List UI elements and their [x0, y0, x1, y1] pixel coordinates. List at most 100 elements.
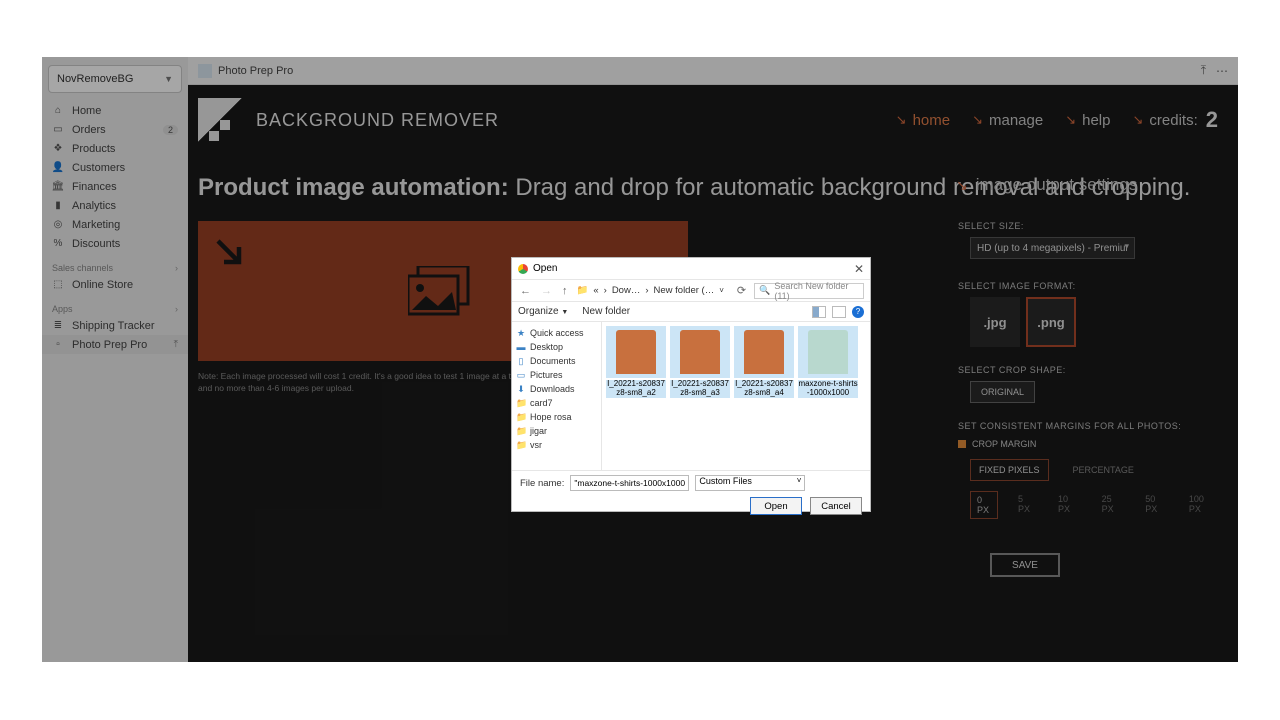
folder-icon: 📁 [516, 426, 526, 437]
store-name: NovRemoveBG [57, 73, 133, 85]
format-jpg[interactable]: .jpg [970, 297, 1020, 347]
nav-label: Photo Prep Pro [72, 339, 147, 351]
nav-label: Analytics [72, 200, 116, 212]
size-select[interactable]: HD (up to 4 megapixels) - Premium [970, 237, 1135, 259]
apps-label: Apps› [42, 294, 188, 316]
dialog-path: ← → ↑ 📁 «› Dow…› New folder (…˅ ⟳ 🔍Searc… [512, 280, 870, 302]
nav-products[interactable]: ❖Products [42, 139, 188, 158]
organize-menu[interactable]: Organize ▼ [518, 306, 568, 317]
open-button[interactable]: Open [750, 497, 802, 515]
file-name: I_20221-s20837z8-sm8_a3 [670, 380, 730, 398]
nav-home[interactable]: ↘home [896, 112, 950, 129]
px-50[interactable]: 50 PX [1139, 491, 1169, 519]
close-icon[interactable]: ✕ [854, 262, 864, 276]
panel-title: ↘image output settings [956, 175, 1216, 195]
store-selector[interactable]: NovRemoveBG ▼ [48, 65, 182, 93]
tree-hope[interactable]: 📁Hope rosa [516, 410, 597, 424]
save-button[interactable]: SAVE [990, 553, 1060, 577]
tree-desktop[interactable]: ▬Desktop [516, 340, 597, 354]
folder-icon: 📁 [576, 285, 590, 296]
pin-icon[interactable]: ⤒ [1201, 63, 1206, 78]
nav-analytics[interactable]: ▮Analytics [42, 196, 188, 215]
px-10[interactable]: 10 PX [1052, 491, 1082, 519]
nav-label: Finances [72, 181, 117, 193]
star-icon: ★ [516, 328, 526, 339]
nav-home[interactable]: ⌂Home [42, 101, 188, 120]
view-icons-button[interactable] [812, 306, 826, 318]
nav-manage[interactable]: ↘manage [972, 112, 1043, 129]
chevron-down-icon: ▼ [164, 74, 173, 84]
nav-marketing[interactable]: ◎Marketing [42, 215, 188, 234]
sales-channels-label: Sales channels› [42, 253, 188, 275]
tshirt-thumb-icon [744, 330, 784, 374]
tree-jigar[interactable]: 📁jigar [516, 424, 597, 438]
chevron-right-icon[interactable]: › [175, 304, 178, 314]
filetype-select[interactable]: Custom Files˅ [695, 475, 805, 491]
list-icon: ≣ [52, 320, 64, 331]
nav-photo-prep-pro[interactable]: ▫Photo Prep Pro⤒ [42, 335, 188, 354]
back-icon[interactable]: ← [518, 285, 533, 297]
nav-credits[interactable]: ↘credits:2 [1132, 107, 1218, 133]
app-nav: ↘home ↘manage ↘help ↘credits:2 [896, 107, 1218, 133]
px-5[interactable]: 5 PX [1012, 491, 1038, 519]
nav-online-store[interactable]: ⬚Online Store [42, 275, 188, 294]
crop-original[interactable]: ORIGINAL [970, 381, 1035, 403]
arrow-icon: ↘ [972, 112, 983, 128]
view-details-button[interactable] [832, 306, 846, 318]
tree-quick-access[interactable]: ★Quick access [516, 326, 597, 340]
nav-discounts[interactable]: %Discounts [42, 234, 188, 253]
credits-count: 2 [1206, 107, 1218, 133]
nav-label: Discounts [72, 238, 120, 250]
tab-percentage[interactable]: PERCENTAGE [1065, 460, 1142, 480]
bank-icon: 🏛 [52, 181, 64, 192]
tree-pictures[interactable]: ▭Pictures [516, 368, 597, 382]
nav-help[interactable]: ↘help [1065, 112, 1110, 129]
app-icon [198, 64, 212, 78]
folder-icon: 📁 [516, 440, 526, 451]
nav-customers[interactable]: 👤Customers [42, 158, 188, 177]
new-folder-button[interactable]: New folder [582, 306, 630, 317]
px-0[interactable]: 0 PX [970, 491, 998, 519]
nav-orders[interactable]: ▭Orders2 [42, 120, 188, 139]
file-item[interactable]: I_20221-s20837z8-sm8_a4 [734, 326, 794, 398]
app-topbar: Photo Prep Pro ⤒ ⋯ [188, 57, 1238, 85]
pin-icon[interactable]: ⤒ [174, 339, 178, 350]
tshirt-thumb-icon [808, 330, 848, 374]
crop-margin-toggle[interactable]: CROP MARGIN [958, 439, 1216, 449]
person-icon: 👤 [52, 162, 64, 173]
app-logo-icon [198, 98, 242, 142]
file-item[interactable]: I_20221-s20837z8-sm8_a2 [606, 326, 666, 398]
tab-fixed-pixels[interactable]: FIXED PIXELS [970, 459, 1049, 481]
nav-finances[interactable]: 🏛 Finances [42, 177, 188, 196]
store-icon: ⬚ [52, 279, 64, 290]
more-icon[interactable]: ⋯ [1216, 64, 1228, 78]
format-png[interactable]: .png [1026, 297, 1076, 347]
arrow-icon: ↘ [896, 112, 907, 128]
filename-input[interactable] [570, 475, 689, 491]
search-input[interactable]: 🔍Search New folder (11) [754, 283, 864, 299]
px-100[interactable]: 100 PX [1183, 491, 1216, 519]
file-item[interactable]: maxzone-t-shirts-1000x1000 [798, 326, 858, 398]
tree-downloads[interactable]: ⬇Downloads [516, 382, 597, 396]
help-icon[interactable]: ? [852, 306, 864, 318]
cancel-button[interactable]: Cancel [810, 497, 862, 515]
arrow-icon: ↘ [1132, 112, 1143, 128]
nav-label: Products [72, 143, 115, 155]
margin-label: SET CONSISTENT MARGINS FOR ALL PHOTOS: [958, 421, 1216, 431]
file-item[interactable]: I_20221-s20837z8-sm8_a3 [670, 326, 730, 398]
chevron-right-icon[interactable]: › [175, 263, 178, 273]
tree-documents[interactable]: ▯Documents [516, 354, 597, 368]
file-open-dialog: Open ✕ ← → ↑ 📁 «› Dow…› New folder (…˅ ⟳… [511, 257, 871, 512]
tshirt-thumb-icon [680, 330, 720, 374]
nav-shipping-tracker[interactable]: ≣Shipping Tracker [42, 316, 188, 335]
forward-icon[interactable]: → [539, 285, 554, 297]
tree-card7[interactable]: 📁card7 [516, 396, 597, 410]
nav-label: Marketing [72, 219, 120, 231]
hero-title-bold: Product image automation: [198, 174, 509, 201]
refresh-icon[interactable]: ⟳ [735, 284, 748, 297]
tree-vsr[interactable]: 📁vsr [516, 438, 597, 452]
breadcrumb[interactable]: 📁 «› Dow…› New folder (…˅ [576, 285, 725, 296]
up-icon[interactable]: ↑ [560, 285, 570, 297]
dialog-footer: File name: Custom Files˅ Open Cancel [512, 470, 870, 512]
px-25[interactable]: 25 PX [1096, 491, 1126, 519]
